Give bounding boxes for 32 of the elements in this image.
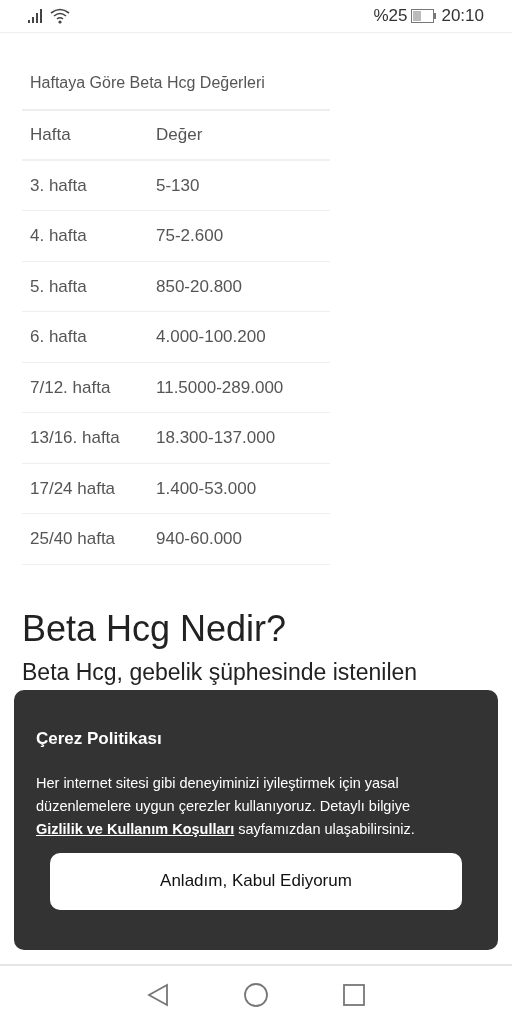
battery-icon [411, 9, 438, 23]
table-cell: 25/40 hafta [22, 513, 156, 564]
home-icon[interactable] [243, 982, 269, 1008]
clock-time: 20:10 [441, 5, 484, 28]
banner-text: Her internet sitesi gibi deneyiminizi iyileştirmek için yasal düzenlemelere uygun çerezler kullanıyoruz. Detaylı bilgiye Gizlilik ve Kullanım Koşulları sayfamızdan ulaşabilirsiniz. [36, 773, 416, 839]
privacy-link[interactable]: Gizlilik ve Kullanım Koşulları [36, 820, 235, 837]
table-cell: 3. hafta [22, 160, 156, 211]
table-cell: 75-2.600 [156, 210, 330, 261]
table-cell: 13/16. hafta [22, 412, 156, 463]
table-cell: 940-60.000 [156, 513, 330, 564]
table-cell: 7/12. hafta [22, 362, 156, 413]
table-cell: 5-130 [156, 160, 330, 211]
wifi-icon [50, 8, 70, 24]
recents-icon[interactable] [343, 984, 365, 1006]
table-cell: 18.300-137.000 [156, 412, 330, 463]
table-caption: Haftaya Göre Beta Hcg Değerleri [22, 71, 330, 111]
article-paragraph: Beta Hcg, gebelik şüphesinde istenilen [22, 657, 419, 687]
table-cell: 850-20.800 [156, 261, 330, 312]
column-header: Hafta [22, 111, 156, 160]
table-cell: 6. hafta [22, 311, 156, 362]
table-cell: 11.5000-289.000 [156, 362, 330, 413]
banner-title: Çerez Politikası [36, 728, 163, 750]
table-cell: 1.400-53.000 [156, 463, 330, 514]
table-cell: 4. hafta [22, 210, 156, 261]
table-cell: 4.000-100.200 [156, 311, 330, 362]
accept-button[interactable]: Anladım, Kabul Ediyorum [50, 852, 462, 910]
column-header: Değer [156, 111, 330, 160]
back-icon[interactable] [147, 983, 169, 1007]
table-cell: 5. hafta [22, 261, 156, 312]
table-cell: 17/24 hafta [22, 463, 156, 514]
section-heading: Beta Hcg Nedir? [22, 606, 288, 651]
battery-percent: %25 [373, 5, 408, 28]
